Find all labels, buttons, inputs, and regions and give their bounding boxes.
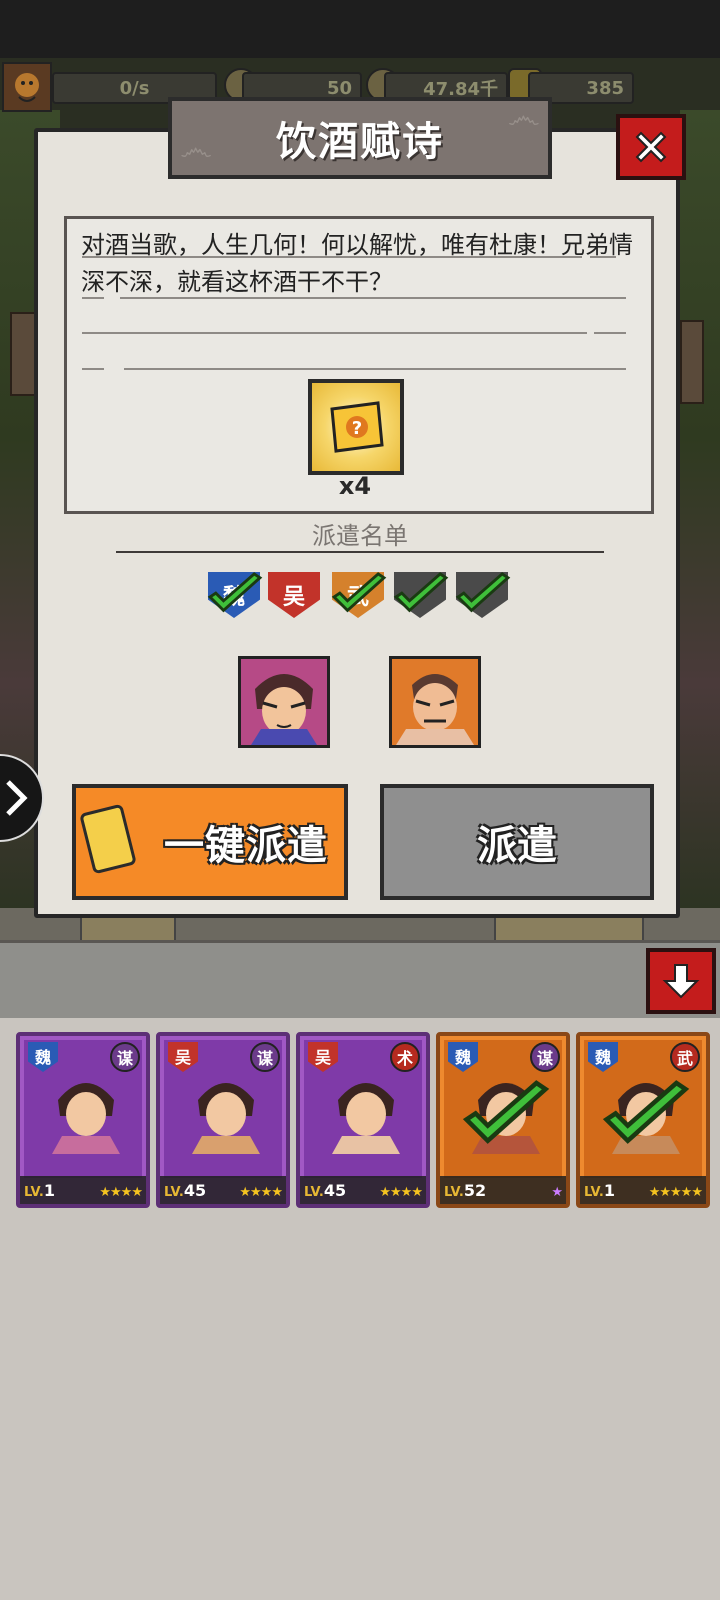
hero-role-badge: 谋 [530, 1042, 560, 1072]
rate-text: 0/s [119, 77, 150, 99]
hero-portrait-icon [332, 1083, 400, 1154]
hero-level-prefix: LV. [164, 1185, 184, 1200]
top-strip [0, 0, 720, 58]
dispatch-token-icon [79, 803, 137, 875]
ruled-line [124, 368, 626, 370]
ruled-line [82, 368, 104, 370]
hero-star-rating: ★★★★★ [648, 1185, 703, 1200]
side-card [680, 320, 704, 404]
requirement-badge: 武 [330, 572, 387, 622]
checkmark-icon [462, 1080, 550, 1144]
arrow-down-icon [662, 964, 700, 999]
ruled-line [594, 332, 626, 334]
hero-card[interactable]: 吴术 LV.45 ★★★★ [296, 1032, 430, 1208]
requirement-badge: 吴 [266, 572, 322, 622]
coin-value: 50 [326, 77, 352, 99]
hero-card[interactable]: 吴谋 LV.45 ★★★★ [156, 1032, 290, 1208]
hero-level: LV.1 [24, 1181, 55, 1200]
hero-level-prefix: LV. [24, 1185, 44, 1200]
dispatch-label: 派遣 [477, 823, 557, 869]
chevron-right-icon [6, 780, 28, 816]
ruled-line [82, 332, 587, 334]
checkmark-icon [207, 572, 263, 613]
close-icon [635, 131, 667, 163]
hero-level: LV.45 [304, 1181, 346, 1200]
checkmark-icon [455, 572, 511, 613]
hero-portrait-icon [392, 659, 478, 745]
hero-level-value: 45 [323, 1181, 347, 1200]
auto-dispatch-button[interactable]: 一键派遣 [72, 784, 348, 900]
hero-level-value: 45 [183, 1181, 207, 1200]
hero-level-value: 52 [463, 1181, 487, 1200]
dispatched-hero-portrait[interactable] [389, 656, 481, 748]
hero-star-rating: ★★★★ [379, 1185, 423, 1200]
auto-dispatch-label: 一键派遣 [164, 823, 328, 869]
cloud-ornament-icon: ෴ [180, 129, 213, 169]
hero-tray-header [0, 940, 720, 1021]
hero-star-rating: ★★★★ [99, 1185, 143, 1200]
ruled-line [590, 256, 616, 258]
requirement-label: 吴 [282, 585, 305, 610]
svg-text:?: ? [352, 418, 362, 439]
hero-card[interactable]: 魏谋 LV.52 ★ [436, 1032, 570, 1208]
checkmark-icon [602, 1080, 690, 1144]
dialog-title-plate: ෴ ෴ 饮酒赋诗 [168, 97, 552, 179]
dispatched-hero-portrait[interactable] [238, 656, 330, 748]
roster-divider [116, 551, 604, 553]
requirement-badge [392, 572, 449, 622]
hero-level-prefix: LV. [584, 1185, 604, 1200]
hero-portrait-icon [241, 659, 327, 745]
checkmark-icon [393, 572, 449, 613]
hero-role-badge: 谋 [250, 1042, 280, 1072]
hero-card[interactable]: 魏武 LV.1 ★★★★★ [576, 1032, 710, 1208]
avatar-icon [15, 73, 39, 102]
hero-level: LV.1 [584, 1181, 615, 1200]
underlay-tab [80, 914, 176, 942]
hero-star-rating: ★★★★ [239, 1185, 283, 1200]
hero-portrait-icon [52, 1083, 120, 1154]
hero-role-badge: 谋 [110, 1042, 140, 1072]
dispatch-button[interactable]: 派遣 [380, 784, 654, 900]
reward-count: x4 [338, 472, 372, 500]
right-foliage [680, 110, 720, 930]
requirement-badge [454, 572, 511, 622]
poem-text: 对酒当歌，人生几何！何以解忧，唯有杜康！兄弟情深不深，就看这杯酒干不干？ [81, 231, 633, 296]
checkmark-icon [331, 572, 387, 613]
hero-level-prefix: LV. [304, 1185, 324, 1200]
hero-level: LV.52 [444, 1181, 486, 1200]
cloud-ornament-icon: ෴ [507, 97, 540, 137]
hero-level-value: 1 [43, 1181, 55, 1200]
collapse-tray-button[interactable] [646, 948, 716, 1014]
hero-level-prefix: LV. [444, 1185, 464, 1200]
requirement-badge: 魏 [206, 572, 263, 622]
ruled-line [82, 256, 582, 258]
gold-value: 385 [586, 77, 624, 99]
dialog-title: 饮酒赋诗 [276, 119, 444, 165]
hero-star-rating: ★ [551, 1185, 563, 1200]
underlay-tab [494, 914, 644, 942]
hero-card[interactable]: 魏谋 LV.1 ★★★★ [16, 1032, 150, 1208]
hero-role-badge: 武 [670, 1042, 700, 1072]
hero-level-value: 1 [603, 1181, 615, 1200]
roster-label: 派遣名单 [312, 522, 408, 550]
hero-role-badge: 术 [390, 1042, 420, 1072]
requirement-shield: 吴 [268, 572, 320, 618]
hero-level: LV.45 [164, 1181, 206, 1200]
ruled-line [120, 297, 626, 299]
close-button[interactable] [616, 114, 686, 180]
reward-item[interactable]: ? [308, 379, 404, 475]
mystery-scroll-icon: ? [330, 401, 384, 453]
hero-portrait-icon [192, 1083, 260, 1154]
player-avatar[interactable] [2, 62, 52, 112]
ruled-line [82, 297, 104, 299]
